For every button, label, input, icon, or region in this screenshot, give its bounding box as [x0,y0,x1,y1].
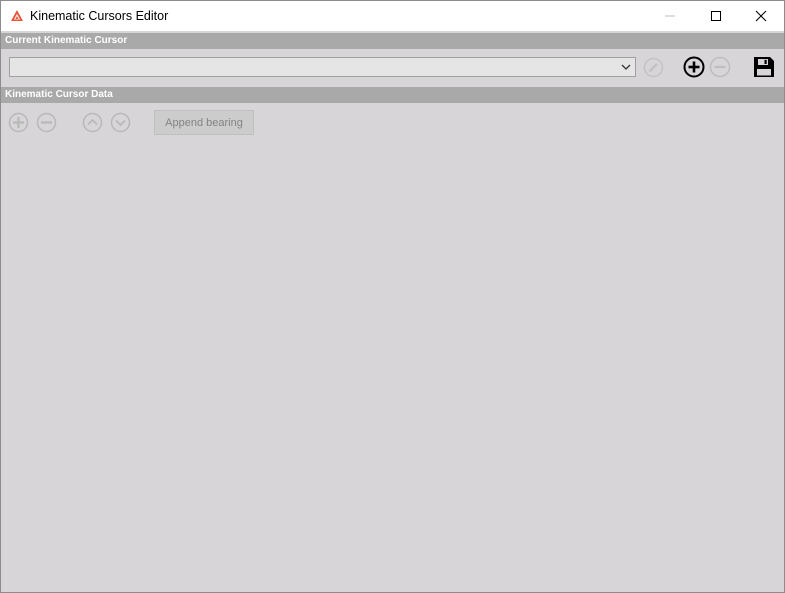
cursor-data-header: Kinematic Cursor Data [1,87,784,103]
remove-circle-icon[interactable] [709,56,731,78]
chevron-down-icon [621,64,631,70]
maximize-icon [711,11,721,21]
window-title: Kinematic Cursors Editor [30,9,169,23]
remove-row-icon[interactable] [36,112,57,133]
close-icon [755,10,767,22]
append-bearing-button[interactable]: Append bearing [154,110,254,135]
current-cursor-header: Current Kinematic Cursor [1,33,784,49]
add-row-icon[interactable] [8,112,29,133]
edit-pencil-icon[interactable] [643,57,664,78]
minimize-button[interactable] [647,1,693,31]
title-bar[interactable]: Kinematic Cursors Editor [1,1,784,31]
minimize-icon [665,15,675,17]
kinematic-cursors-editor-window: Kinematic Cursors Editor Current Kinemat… [0,0,785,593]
move-up-icon[interactable] [82,112,103,133]
save-icon[interactable] [753,56,775,78]
cursor-selector[interactable] [9,57,636,77]
app-logo-icon [11,10,23,21]
maximize-button[interactable] [693,1,739,31]
cursor-data-panel [1,137,784,592]
add-circle-icon[interactable] [683,56,705,78]
close-button[interactable] [738,1,784,31]
move-down-icon[interactable] [110,112,131,133]
